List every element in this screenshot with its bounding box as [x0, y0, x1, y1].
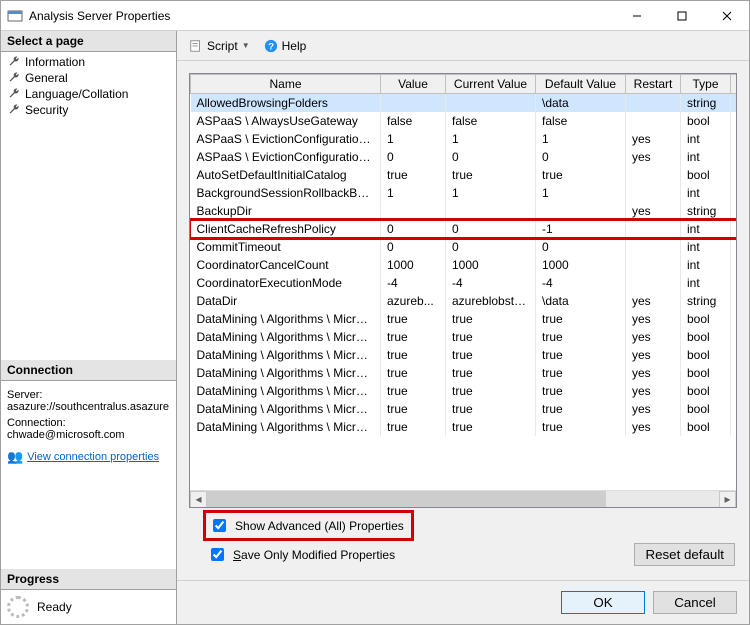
wrench-icon — [7, 103, 21, 117]
col-default[interactable]: Default Value — [536, 75, 626, 94]
show-advanced-label: Show Advanced (All) Properties — [235, 519, 404, 533]
help-button[interactable]: ? Help — [260, 37, 311, 55]
server-label: Server: — [7, 389, 170, 401]
table-row[interactable]: DataMining \ Algorithms \ Microsof...tru… — [191, 418, 737, 436]
table-row[interactable]: DataDirazureb...azureblobstor...\datayes… — [191, 292, 737, 310]
close-button[interactable] — [704, 1, 749, 30]
progress-panel: Ready — [1, 590, 176, 624]
table-row[interactable]: AutoSetDefaultInitialCatalogtruetruetrue… — [191, 166, 737, 184]
table-row[interactable]: DataMining \ Algorithms \ Microsof...tru… — [191, 328, 737, 346]
properties-grid: Name Value Current Value Default Value R… — [189, 73, 737, 508]
minimize-button[interactable] — [614, 1, 659, 30]
titlebar: Analysis Server Properties — [1, 1, 749, 31]
scroll-right-icon[interactable]: ▸ — [719, 491, 736, 508]
main-panel: Script ▼ ? Help Name Value Curre — [177, 31, 749, 624]
window-title: Analysis Server Properties — [29, 9, 170, 23]
connection-panel: Server: asazure://southcentralus.asazure… — [1, 381, 176, 473]
show-advanced-checkbox[interactable] — [213, 519, 226, 532]
people-icon: 👥 — [7, 449, 23, 465]
table-row[interactable]: CoordinatorCancelCount100010001000int — [191, 256, 737, 274]
server-value: asazure://southcentralus.asazure. — [7, 401, 170, 413]
col-value[interactable]: Value — [381, 75, 446, 94]
scroll-left-icon[interactable]: ◂ — [190, 491, 207, 508]
horizontal-scrollbar[interactable]: ◂ ▸ — [190, 490, 736, 507]
table-row[interactable]: DataMining \ Algorithms \ Microsof...tru… — [191, 310, 737, 328]
table-row[interactable]: DataMining \ Algorithms \ Microsof...tru… — [191, 364, 737, 382]
script-icon — [189, 39, 203, 53]
table-row[interactable]: DataMining \ Algorithms \ Microsof...tru… — [191, 400, 737, 418]
table-row[interactable]: AllowedBrowsingFolders\datastring — [191, 94, 737, 112]
select-page-header: Select a page — [1, 31, 176, 52]
progress-status: Ready — [37, 600, 72, 614]
toolbar: Script ▼ ? Help — [177, 31, 749, 61]
page-item-general[interactable]: General — [1, 70, 176, 86]
page-list: Information General Language/Collation S… — [1, 52, 176, 120]
progress-header: Progress — [1, 569, 176, 590]
reset-default-button[interactable]: Reset default — [634, 543, 735, 566]
connection-value: chwade@microsoft.com — [7, 429, 170, 441]
save-modified-checkbox[interactable] — [211, 548, 224, 561]
connection-header: Connection — [1, 360, 176, 381]
wrench-icon — [7, 71, 21, 85]
scroll-up-icon[interactable]: ▴ — [731, 75, 737, 94]
sidebar: Select a page Information General Langua… — [1, 31, 177, 624]
page-item-security[interactable]: Security — [1, 102, 176, 118]
chevron-down-icon: ▼ — [242, 41, 250, 50]
grid-scroll[interactable]: Name Value Current Value Default Value R… — [190, 74, 736, 490]
table-row[interactable]: DataMining \ Algorithms \ Microsof...tru… — [191, 382, 737, 400]
grid-header-row: Name Value Current Value Default Value R… — [191, 75, 737, 94]
help-icon: ? — [264, 39, 278, 53]
col-restart[interactable]: Restart — [626, 75, 681, 94]
table-row[interactable]: CommitTimeout000int — [191, 238, 737, 256]
col-name[interactable]: Name — [191, 75, 381, 94]
save-modified-label: Save Only Modified Properties — [233, 548, 395, 562]
wrench-icon — [7, 55, 21, 69]
dialog-window: Analysis Server Properties Select a page… — [0, 0, 750, 625]
wrench-icon — [7, 87, 21, 101]
save-modified-checkbox-wrap: Save Only Modified Properties — [207, 545, 395, 564]
table-row[interactable]: BackgroundSessionRollbackBatch...111int — [191, 184, 737, 202]
table-row[interactable]: ASPaaS \ AlwaysUseGatewayfalsefalsefalse… — [191, 112, 737, 130]
ok-button[interactable]: OK — [561, 591, 645, 614]
svg-text:?: ? — [268, 41, 274, 52]
cancel-button[interactable]: Cancel — [653, 591, 737, 614]
page-item-language[interactable]: Language/Collation — [1, 86, 176, 102]
table-row[interactable]: ClientCacheRefreshPolicy00-1int — [191, 220, 737, 238]
progress-spinner-icon — [7, 596, 29, 618]
table-row[interactable]: CoordinatorExecutionMode-4-4-4int — [191, 274, 737, 292]
table-row[interactable]: ASPaaS \ EvictionConfiguration \ ...111y… — [191, 130, 737, 148]
script-button[interactable]: Script ▼ — [185, 37, 254, 55]
dialog-footer: OK Cancel — [177, 580, 749, 624]
table-row[interactable]: BackupDiryesstring — [191, 202, 737, 220]
view-connection-properties-link[interactable]: View connection properties — [27, 451, 159, 463]
app-icon — [7, 8, 23, 24]
page-item-information[interactable]: Information — [1, 54, 176, 70]
maximize-button[interactable] — [659, 1, 704, 30]
col-current[interactable]: Current Value — [446, 75, 536, 94]
connection-label: Connection: — [7, 417, 170, 429]
table-row[interactable]: DataMining \ Algorithms \ Microsof...tru… — [191, 346, 737, 364]
col-type[interactable]: Type — [681, 75, 731, 94]
table-row[interactable]: ASPaaS \ EvictionConfiguration \ ...000y… — [191, 148, 737, 166]
show-advanced-checkbox-wrap: Show Advanced (All) Properties — [207, 514, 410, 537]
